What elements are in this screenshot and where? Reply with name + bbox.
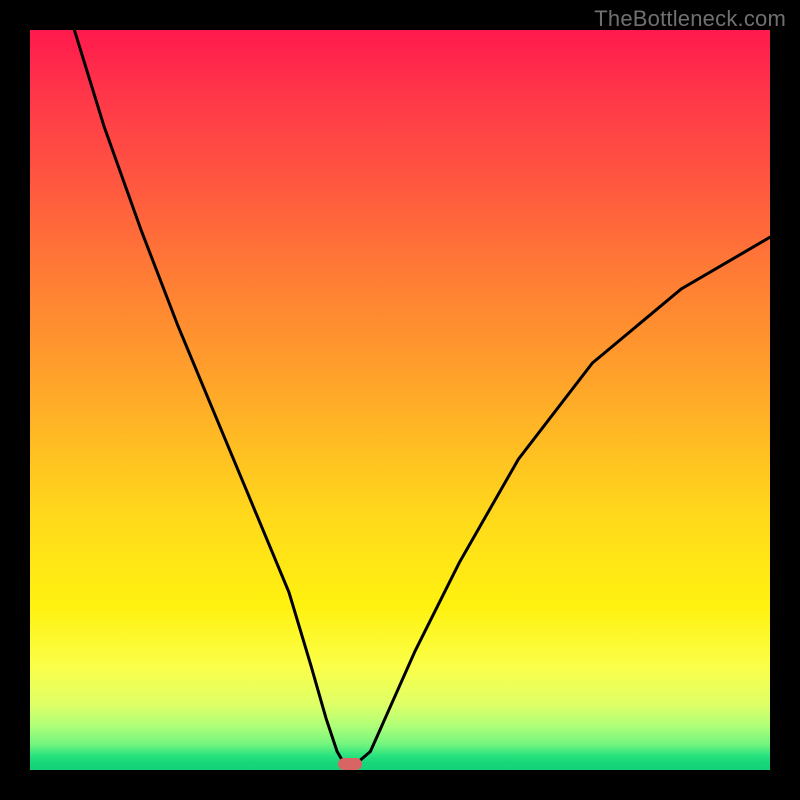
watermark-text: TheBottleneck.com — [594, 6, 786, 32]
chart-frame: TheBottleneck.com — [0, 0, 800, 800]
optimal-point-marker — [338, 758, 362, 770]
plot-area — [30, 30, 770, 770]
bottleneck-curve-path — [74, 30, 770, 764]
curve-svg — [30, 30, 770, 770]
